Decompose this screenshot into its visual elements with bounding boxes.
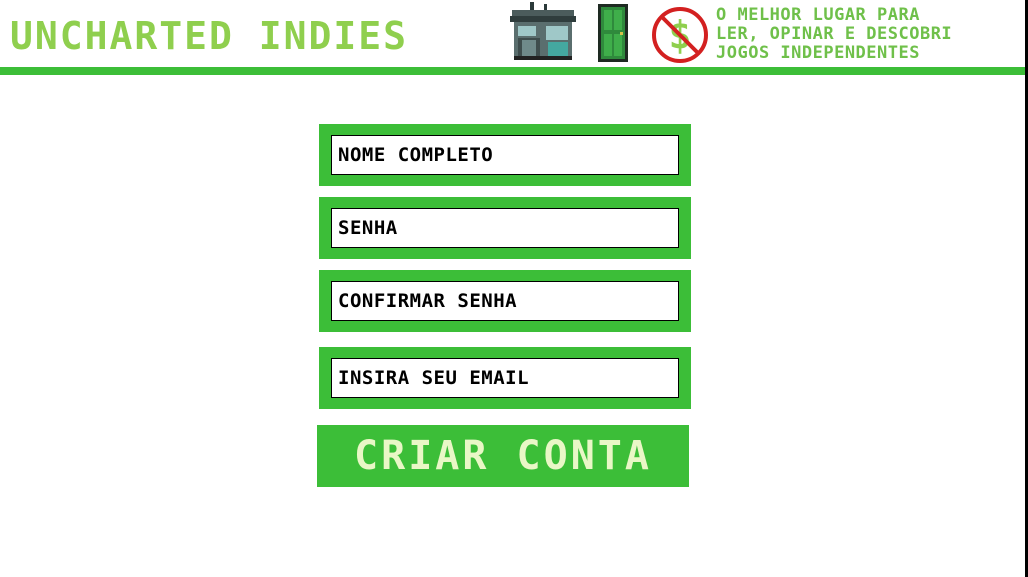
full-name-field-frame <box>319 124 691 186</box>
no-money-icon[interactable]: $ <box>648 6 712 64</box>
confirm-password-field[interactable] <box>332 282 678 320</box>
password-field-frame <box>319 197 691 259</box>
full-name-field-wrapper <box>331 135 679 175</box>
password-field-wrapper <box>331 208 679 248</box>
header-divider <box>0 67 1028 75</box>
confirm-password-field-wrapper <box>331 281 679 321</box>
door-icon[interactable] <box>598 4 628 62</box>
email-field[interactable] <box>332 359 678 397</box>
tagline-line: O MELHOR LUGAR PARA <box>716 5 920 25</box>
email-field-wrapper <box>331 358 679 398</box>
tagline-line: JOGOS INDEPENDENTES <box>716 43 920 63</box>
tagline-line: LER, OPINAR E DESCOBRI <box>716 24 953 44</box>
password-field[interactable] <box>332 209 678 247</box>
site-header: UNCHARTED INDIES $ <box>0 0 1028 67</box>
create-account-button[interactable]: CRIAR CONTA <box>317 425 689 487</box>
email-field-frame <box>319 347 691 409</box>
confirm-password-field-frame <box>319 270 691 332</box>
shop-icon[interactable] <box>510 2 576 60</box>
site-logo[interactable]: UNCHARTED INDIES <box>10 14 408 58</box>
full-name-field[interactable] <box>332 136 678 174</box>
site-tagline: O MELHOR LUGAR PARA LER, OPINAR E DESCOB… <box>716 6 1026 63</box>
